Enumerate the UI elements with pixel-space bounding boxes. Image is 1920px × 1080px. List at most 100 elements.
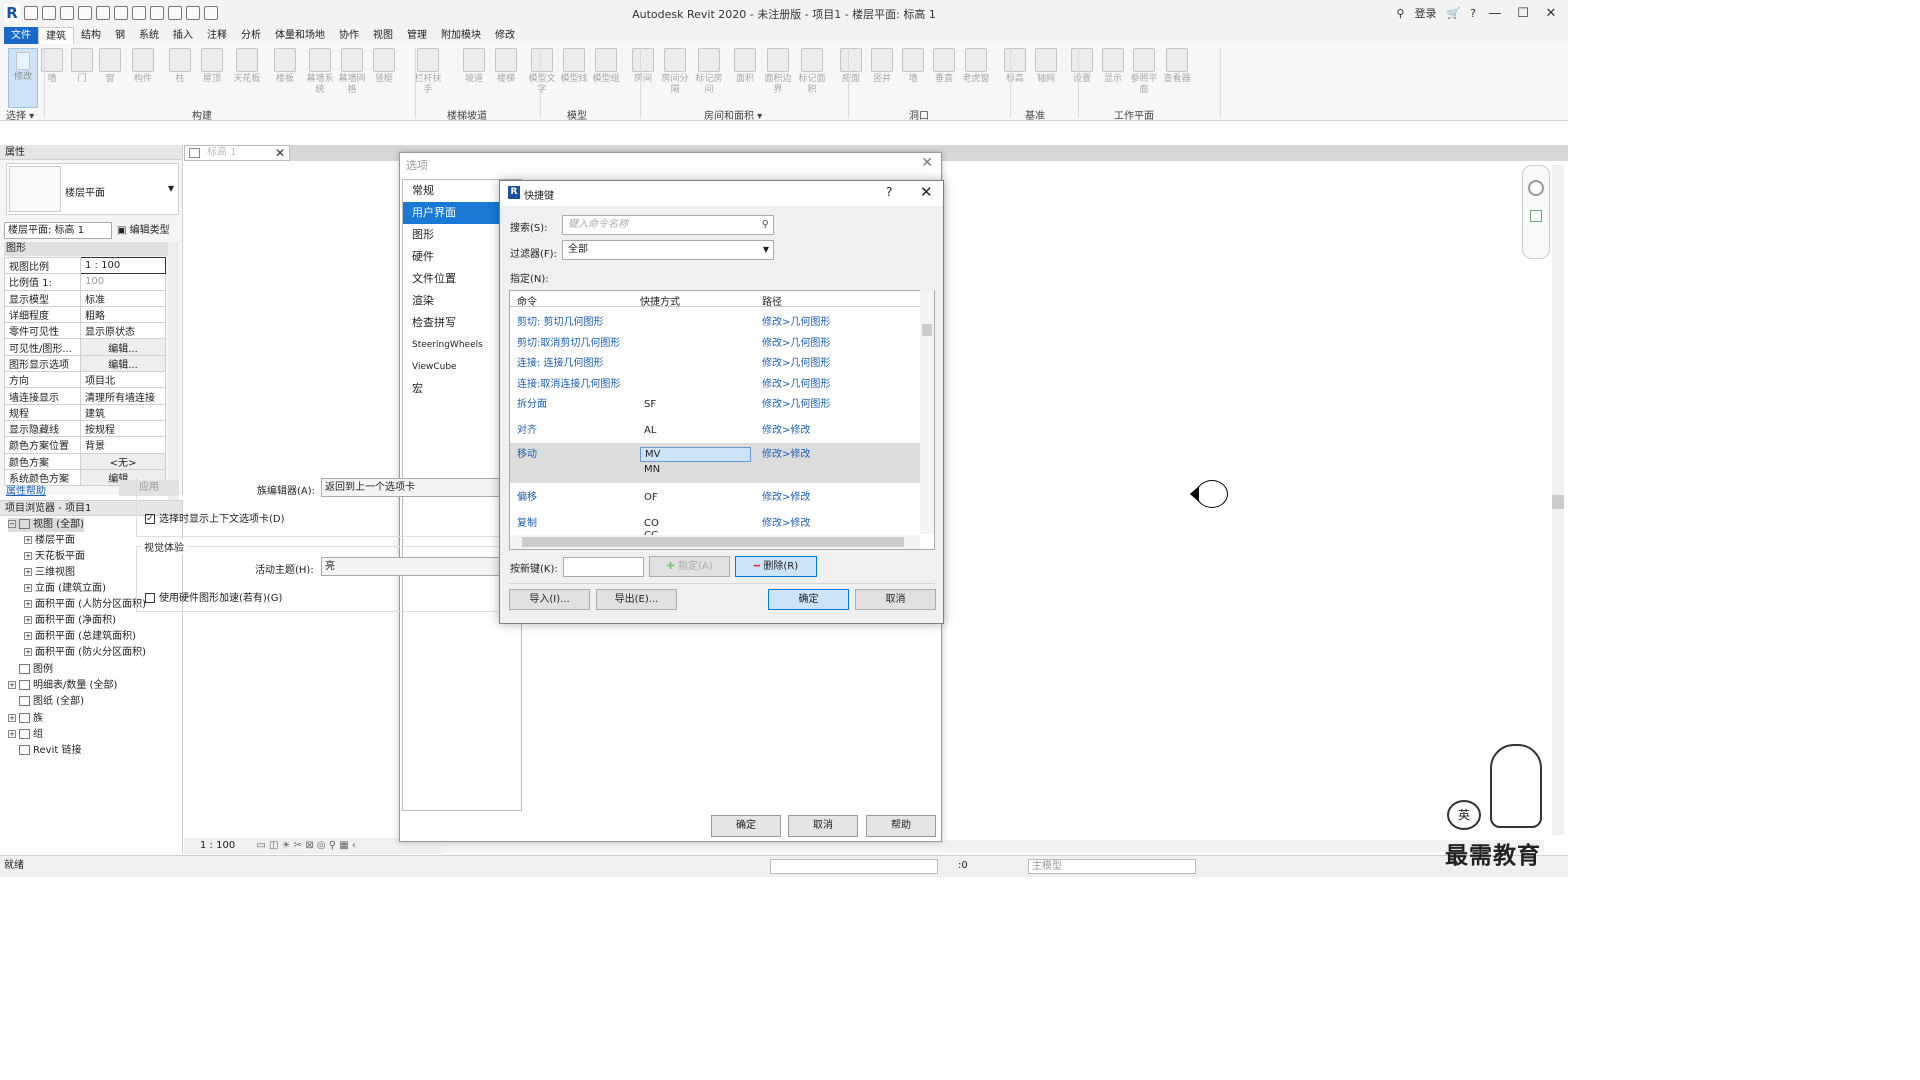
browser-node[interactable]: + 面积平面 (净面积) <box>24 614 116 628</box>
tab-5[interactable]: 插入 <box>166 27 200 44</box>
property-value[interactable]: <无> <box>80 452 166 470</box>
options-ok-button[interactable]: 确定 <box>711 815 781 837</box>
ribbon-button-25[interactable]: 墙 <box>898 48 928 85</box>
expand-icon[interactable]: + <box>8 730 16 738</box>
ribbon-button-11[interactable]: 栏杆扶手 <box>413 48 443 96</box>
ribbon-button-17[interactable]: 房间 <box>628 48 658 85</box>
property-value[interactable]: 背景 <box>80 436 166 454</box>
shortcut-row[interactable]: 剪切: 剪切几何图形 修改>几何图形 <box>510 311 920 331</box>
property-value[interactable]: 标准 <box>80 289 166 307</box>
ribbon-button-27[interactable]: 老虎窗 <box>961 48 991 85</box>
ribbon-button-8[interactable]: 幕墙系统 <box>305 48 335 96</box>
property-value[interactable]: 项目北 <box>80 371 166 389</box>
active-theme-select[interactable]: 亮▼ <box>321 557 517 576</box>
browser-node[interactable]: − 视图 (全部) <box>8 518 84 532</box>
close-icon[interactable]: ✕ <box>920 183 933 201</box>
shortcut-row[interactable]: 偏移 OF 修改>修改 <box>510 486 920 510</box>
ribbon-button-1[interactable]: 门 <box>67 48 97 85</box>
expand-icon[interactable]: + <box>24 536 32 544</box>
expand-icon[interactable]: + <box>8 681 16 689</box>
search-icon[interactable]: ⚲ <box>762 216 769 234</box>
ribbon-button-14[interactable]: 模型文字 <box>527 48 557 96</box>
ribbon-button-21[interactable]: 面积边界 <box>763 48 793 96</box>
shortcut-table-hscroll[interactable] <box>510 535 920 549</box>
import-button[interactable]: 导入(I)... <box>509 589 590 610</box>
browser-node[interactable]: + 立面 (建筑立面) <box>24 582 106 596</box>
minimize-button[interactable]: — <box>1486 6 1504 21</box>
modify-button[interactable]: 修改 <box>8 48 38 108</box>
shortcut-row[interactable]: 连接: 连接几何图形 修改>几何图形 <box>510 352 920 372</box>
ribbon-button-6[interactable]: 天花板 <box>232 48 262 85</box>
ribbon-button-12[interactable]: 坡道 <box>459 48 489 85</box>
expand-icon[interactable]: + <box>24 600 32 608</box>
ribbon-button-16[interactable]: 模型组 <box>591 48 621 85</box>
browser-node[interactable]: + 天花板平面 <box>24 550 85 564</box>
tab-4[interactable]: 系统 <box>132 27 166 44</box>
export-button[interactable]: 导出(E)... <box>596 589 677 610</box>
ribbon-button-29[interactable]: 轴网 <box>1031 48 1061 85</box>
shortcut-table-vscroll[interactable] <box>920 290 934 534</box>
tab-0[interactable]: 文件 <box>4 27 38 44</box>
view-tab-level-1[interactable]: 标高 1 ✕ <box>184 145 290 161</box>
binoculars-icon[interactable]: ⚲ <box>1396 7 1404 20</box>
scroll-thumb[interactable] <box>1552 495 1564 509</box>
property-value[interactable]: 编辑... <box>80 338 166 356</box>
ribbon-button-13[interactable]: 楼梯 <box>491 48 521 85</box>
text-icon[interactable] <box>150 6 164 20</box>
ribbon-button-18[interactable]: 房间分隔 <box>660 48 690 96</box>
ribbon-button-3[interactable]: 构件 <box>128 48 158 85</box>
shortcut-row[interactable]: 对齐 AL 修改>修改 <box>510 419 920 443</box>
switch-window-icon[interactable] <box>204 6 218 20</box>
shortcut-ok-button[interactable]: 确定 <box>768 589 849 610</box>
col-path[interactable]: 路径 <box>762 293 782 308</box>
browser-node[interactable]: Revit 链接 <box>8 744 81 758</box>
ribbon-button-33[interactable]: 查看器 <box>1162 48 1192 85</box>
navigation-bar[interactable] <box>1522 165 1550 259</box>
browser-node[interactable]: + 明细表/数量 (全部) <box>8 679 117 693</box>
revit-logo-icon[interactable]: R <box>4 4 20 22</box>
steering-wheel-icon[interactable] <box>1528 180 1544 196</box>
view-control-icons[interactable]: ▭ ◫ ☀ ✂ ⊠ ◎ ⚲ ▦ ‹ <box>256 840 356 851</box>
workset-selector[interactable] <box>770 859 938 874</box>
ribbon-button-19[interactable]: 标记房间 <box>694 48 724 96</box>
browser-node[interactable]: + 楼层平面 <box>24 534 75 548</box>
browser-node[interactable]: 图例 <box>8 663 53 677</box>
property-value[interactable]: 100 <box>80 273 166 291</box>
tab-10[interactable]: 视图 <box>366 27 400 44</box>
browser-node[interactable]: + 族 <box>8 712 43 726</box>
expand-icon[interactable]: + <box>24 552 32 560</box>
help-icon[interactable]: ? <box>1470 7 1476 20</box>
properties-help-link[interactable]: 属性帮助 <box>6 482 46 497</box>
section-icon[interactable] <box>186 6 200 20</box>
browser-node[interactable]: + 面积平面 (总建筑面积) <box>24 630 136 644</box>
expand-icon[interactable]: + <box>24 568 32 576</box>
zoom-icon[interactable] <box>1530 210 1542 222</box>
redo-icon[interactable] <box>96 6 110 20</box>
undo-icon[interactable] <box>78 6 92 20</box>
browser-node[interactable]: + 面积平面 (人防分区面积) <box>24 598 146 612</box>
ribbon-button-28[interactable]: 标高 <box>1000 48 1030 85</box>
help-icon[interactable]: ? <box>886 185 892 199</box>
ribbon-button-10[interactable]: 竖梃 <box>369 48 399 85</box>
property-value[interactable]: 建筑 <box>80 403 166 421</box>
tab-3[interactable]: 钢 <box>108 27 132 44</box>
shortcut-row[interactable]: 移动 MV MN 修改>修改 <box>510 443 920 483</box>
ribbon-button-7[interactable]: 楼板 <box>270 48 300 85</box>
property-value[interactable]: 粗略 <box>80 305 166 324</box>
measure-icon[interactable] <box>132 6 146 20</box>
ribbon-button-26[interactable]: 垂直 <box>929 48 959 85</box>
context-tab-checkbox[interactable]: ✓ 选择时显示上下文选项卡(D) <box>145 510 285 525</box>
type-selector[interactable]: 楼层平面 ▼ <box>6 163 179 215</box>
graphics-section-header[interactable]: 图形 <box>4 242 179 256</box>
property-value[interactable]: 1 : 100 <box>80 256 166 275</box>
ribbon-button-15[interactable]: 模型线 <box>559 48 589 85</box>
view-scale[interactable]: 1 : 100 <box>200 840 235 851</box>
property-value[interactable]: 按规程 <box>80 419 166 438</box>
property-value[interactable]: 清理所有墙连接 <box>80 387 166 405</box>
expand-icon[interactable]: + <box>24 648 32 656</box>
ribbon-button-32[interactable]: 参照平面 <box>1129 48 1159 96</box>
assign-button[interactable]: ✚ 指定(A) <box>649 556 730 577</box>
tab-8[interactable]: 体量和场地 <box>268 27 332 44</box>
expand-icon[interactable]: + <box>24 616 32 624</box>
open-icon[interactable] <box>24 6 38 20</box>
